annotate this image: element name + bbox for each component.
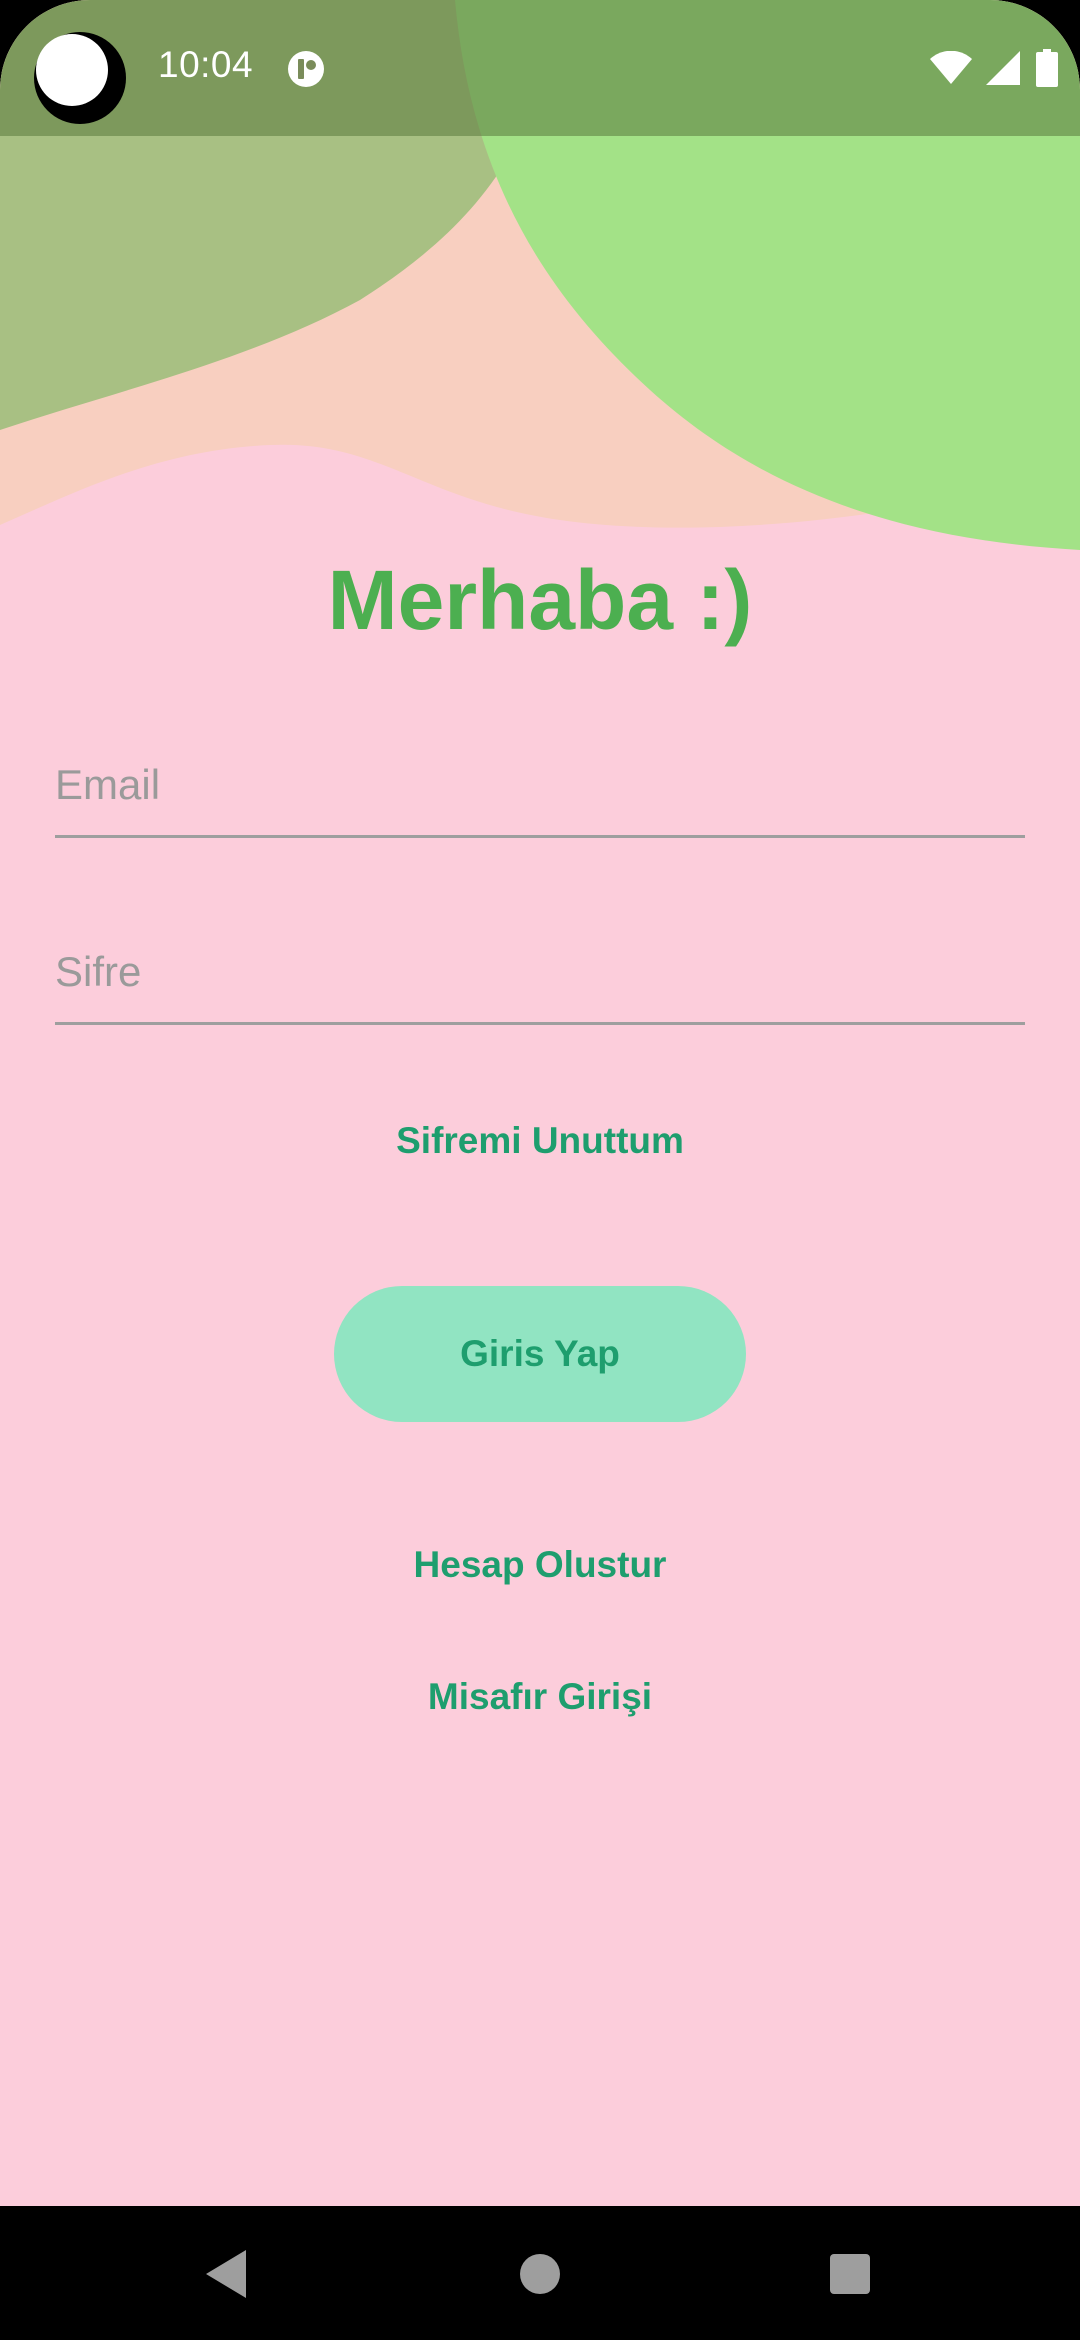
phone-screen: 10:04 Merhaba :) Email Sifremi Unuttum G… (0, 0, 1080, 2340)
login-screen: 10:04 Merhaba :) Email Sifremi Unuttum G… (0, 0, 1080, 2206)
signal-icon (986, 51, 1020, 85)
email-field[interactable] (55, 735, 1025, 838)
navigation-bar (0, 2206, 1080, 2340)
forgot-password-link[interactable]: Sifremi Unuttum (0, 1120, 1080, 1162)
back-icon[interactable] (206, 2250, 246, 2298)
camera-lens (36, 34, 108, 106)
battery-icon (1036, 49, 1058, 87)
greeting-title: Merhaba :) (327, 553, 753, 647)
create-account-link[interactable]: Hesap Olustur (0, 1544, 1080, 1586)
password-field[interactable] (55, 922, 1025, 1025)
home-icon[interactable] (520, 2254, 560, 2294)
status-bar: 10:04 (0, 0, 1080, 136)
wifi-icon (930, 51, 972, 84)
guest-login-link[interactable]: Misafır Girişi (0, 1676, 1080, 1718)
login-button[interactable]: Giris Yap (334, 1286, 746, 1422)
app-notification-icon (288, 51, 324, 87)
email-input[interactable] (55, 761, 1025, 809)
recents-icon[interactable] (830, 2254, 870, 2294)
password-input[interactable] (55, 948, 1025, 996)
status-time: 10:04 (158, 44, 254, 85)
status-icons (930, 48, 1058, 88)
